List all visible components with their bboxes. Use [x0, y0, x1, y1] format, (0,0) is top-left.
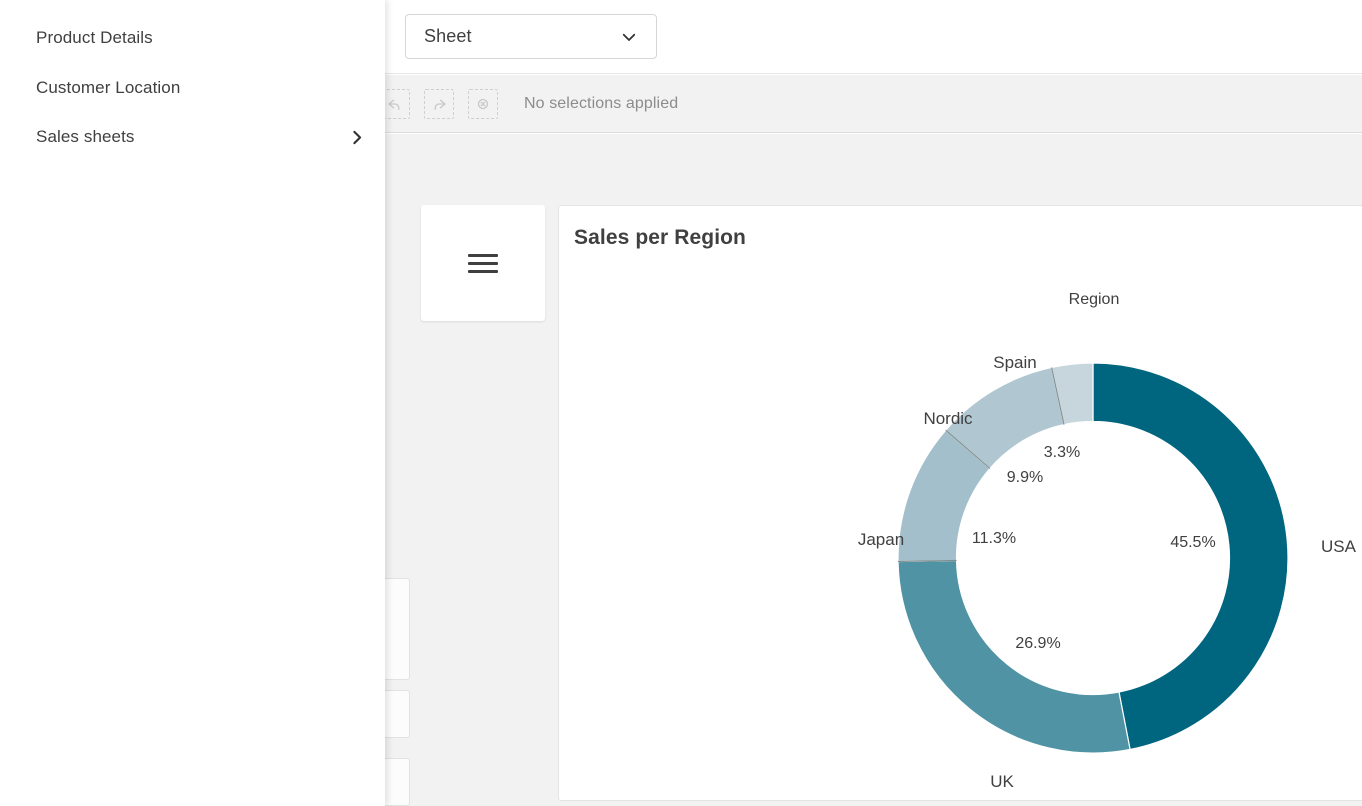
qlik-sense-app: Sheet	[0, 0, 1362, 806]
nav-item-customer-location[interactable]: Customer Location	[0, 71, 385, 105]
dimension-title: Region	[1069, 291, 1120, 308]
chevron-right-icon	[348, 129, 365, 146]
sales-per-region-chart-card[interactable]: Sales per Region RegionUSAUKJapanNordicS…	[558, 205, 1362, 801]
sheet-selector-dropdown[interactable]: Sheet	[405, 14, 657, 59]
nav-item-product-details[interactable]: Product Details	[0, 21, 385, 55]
donut-slice-usa[interactable]	[1093, 363, 1288, 749]
chevron-down-icon	[620, 28, 638, 46]
sheet-navigation-overlay: Product Details Customer Location Sales …	[0, 0, 385, 806]
nav-item-sales-sheets[interactable]: Sales sheets	[0, 120, 385, 154]
slice-category-label-usa: USA	[1321, 537, 1357, 556]
selections-status-text: No selections applied	[524, 95, 678, 113]
hamburger-menu-icon	[468, 249, 498, 278]
slice-value-label-japan: 11.3%	[972, 530, 1016, 547]
nav-item-label: Customer Location	[36, 78, 365, 98]
nav-item-label: Product Details	[36, 28, 365, 48]
nav-item-label: Sales sheets	[36, 127, 348, 147]
slice-value-label-nordic: 9.9%	[1007, 469, 1043, 486]
sheet-menu-button[interactable]	[421, 205, 545, 321]
clear-selections-icon[interactable]	[468, 89, 498, 119]
slice-category-label-nordic: Nordic	[923, 409, 973, 428]
donut-chart[interactable]: Region USA UK Japan Nordic Spain 45.5% 26.9% 11.…	[559, 206, 1362, 801]
slice-value-label-spain: 3.3%	[1044, 444, 1080, 461]
sheet-selector-label: Sheet	[424, 26, 620, 47]
slice-value-label-usa: 45.5%	[1170, 534, 1215, 551]
donut-chart-svg[interactable]: Region USA UK Japan Nordic Spain 45.5% 26.9% 11.…	[559, 206, 1362, 801]
slice-category-label-japan: Japan	[858, 530, 904, 549]
slice-category-label-uk: UK	[990, 772, 1014, 791]
selection-forward-icon[interactable]	[424, 89, 454, 119]
slice-category-label-spain: Spain	[993, 353, 1036, 372]
slice-value-label-uk: 26.9%	[1015, 635, 1060, 652]
donut-slice-uk[interactable]	[898, 560, 1130, 753]
